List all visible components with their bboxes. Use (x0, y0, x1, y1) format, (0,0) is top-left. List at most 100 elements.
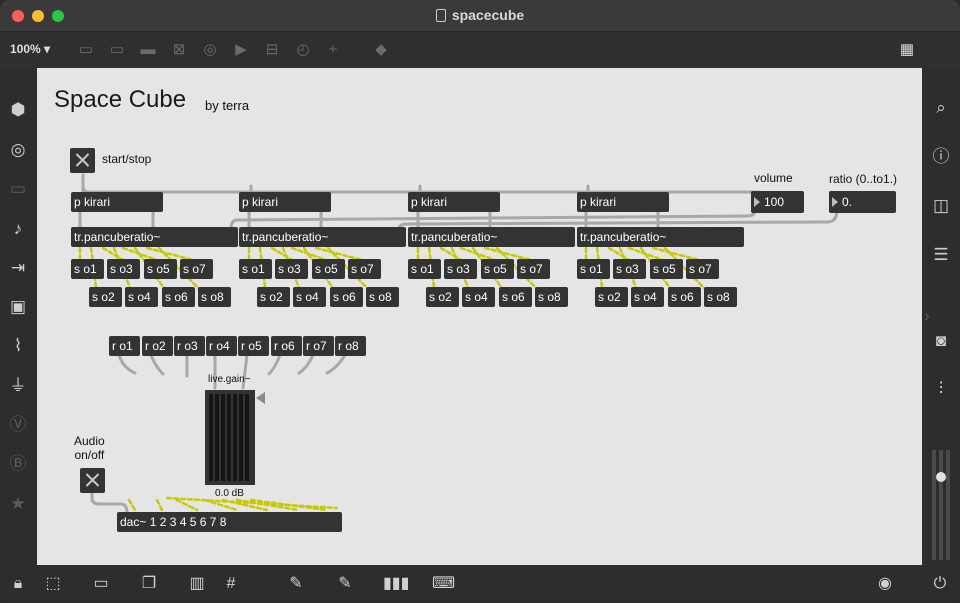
receive-object[interactable]: r o3 (174, 336, 205, 356)
send-object[interactable]: s o2 (257, 287, 290, 307)
slider-object-icon[interactable]: ⊟ (262, 41, 282, 59)
button-object-icon[interactable]: ◎ (200, 41, 220, 59)
send-object[interactable]: s o8 (198, 287, 231, 307)
presentation-icon[interactable]: ⬚ (42, 574, 64, 594)
send-object[interactable]: s o3 (613, 259, 646, 279)
send-object[interactable]: s o1 (239, 259, 272, 279)
send-object[interactable]: s o2 (426, 287, 459, 307)
send-object[interactable]: s o5 (650, 259, 683, 279)
send-object[interactable]: s o2 (89, 287, 122, 307)
lock-icon[interactable]: 🔒︎ (7, 574, 29, 594)
kirari-object[interactable]: p kirari (408, 192, 500, 212)
send-object[interactable]: s o8 (704, 287, 737, 307)
grid-icon[interactable]: # (220, 574, 242, 594)
kirari-object[interactable]: p kirari (239, 192, 331, 212)
send-object[interactable]: s o3 (275, 259, 308, 279)
send-object[interactable]: s o1 (577, 259, 610, 279)
player-object-icon[interactable]: ▶ (231, 41, 251, 59)
send-object[interactable]: s o6 (668, 287, 701, 307)
receive-object[interactable]: r o1 (109, 336, 140, 356)
send-object[interactable]: s o4 (631, 287, 664, 307)
comment-icon[interactable]: ▬ (138, 41, 158, 59)
info-icon[interactable]: ⓘ (930, 147, 952, 167)
send-object[interactable]: s o5 (312, 259, 345, 279)
send-object[interactable]: s o4 (293, 287, 326, 307)
send-object[interactable]: s o8 (366, 287, 399, 307)
send-object[interactable]: s o3 (444, 259, 477, 279)
send-object[interactable]: s o3 (107, 259, 140, 279)
send-object[interactable]: s o5 (144, 259, 177, 279)
live-gain-fader[interactable] (205, 390, 255, 485)
new-object-icon[interactable]: ▭ (76, 41, 96, 59)
piano-icon[interactable]: ▮▮▮ (383, 574, 409, 594)
send-object[interactable]: s o4 (125, 287, 158, 307)
media-step-icon[interactable]: ⇥ (7, 258, 29, 278)
patcher-canvas[interactable]: Space Cube by terra start/stop volume 10… (37, 68, 922, 565)
start-stop-toggle[interactable] (70, 148, 95, 173)
pancube-object[interactable]: tr.pancuberatio~ (239, 227, 406, 247)
search-icon[interactable]: ⌕ (930, 98, 952, 118)
audio-toggle[interactable] (80, 468, 105, 493)
pancube-object[interactable]: tr.pancuberatio~ (577, 227, 744, 247)
receive-object[interactable]: r o2 (142, 336, 173, 356)
zoom-menu[interactable]: 100% ▾ (10, 42, 50, 56)
patch-byline: by terra (205, 98, 250, 113)
beap-icon[interactable]: Ⓑ (7, 454, 29, 474)
send-object[interactable]: s o5 (481, 259, 514, 279)
keyboard-icon[interactable]: ⌨ (432, 574, 455, 594)
send-object[interactable]: s o7 (686, 259, 719, 279)
plug-icon[interactable]: ⏚ (7, 376, 29, 396)
power-icon[interactable]: ⏻ (929, 574, 951, 594)
pancube-object[interactable]: tr.pancuberatio~ (408, 227, 575, 247)
receive-object[interactable]: r o5 (238, 336, 269, 356)
columns-icon[interactable]: ◫ (930, 196, 952, 216)
send-object[interactable]: s o4 (462, 287, 495, 307)
send-object[interactable]: s o7 (180, 259, 213, 279)
wrench-icon[interactable]: ✎ (334, 574, 356, 594)
send-object[interactable]: s o6 (162, 287, 195, 307)
toggle-object-icon[interactable]: ⊠ (169, 41, 189, 59)
list-icon[interactable]: ☰ (930, 245, 952, 265)
target-icon[interactable]: ◎ (7, 140, 29, 160)
receive-object[interactable]: r o7 (303, 336, 334, 356)
add-object-icon[interactable]: + (323, 41, 343, 59)
send-object[interactable]: s o8 (535, 287, 568, 307)
ratio-number-box[interactable]: 0. (829, 191, 896, 213)
debug-icon[interactable]: ✎ (285, 574, 307, 594)
sliders-icon[interactable]: ⫶ (930, 379, 952, 399)
receive-object[interactable]: r o6 (271, 336, 302, 356)
dial-object-icon[interactable]: ◴ (293, 41, 313, 59)
new-message-icon[interactable]: ▭ (107, 41, 127, 59)
mute-icon[interactable]: ▥ (186, 574, 208, 594)
pancube-object[interactable]: tr.pancuberatio~ (71, 227, 238, 247)
music-note-icon[interactable]: ♪ (7, 219, 29, 239)
send-object[interactable]: s o7 (517, 259, 550, 279)
camera-icon[interactable]: ◙ (930, 331, 952, 351)
receive-object[interactable]: r o4 (206, 336, 237, 356)
volume-number-box[interactable]: 100 (751, 191, 804, 213)
receive-object[interactable]: r o8 (335, 336, 366, 356)
kirari-object[interactable]: p kirari (71, 192, 163, 212)
output-volume-slider[interactable] (930, 450, 952, 560)
transport-icon[interactable]: ◉ (874, 574, 896, 594)
paperclip-icon[interactable]: ⌇ (7, 336, 29, 356)
windows-icon[interactable]: ❐ (138, 574, 160, 594)
send-object[interactable]: s o6 (499, 287, 532, 307)
keyboard-grid-icon[interactable]: ▦ (897, 41, 917, 59)
cube-icon[interactable]: ⬢ (7, 100, 29, 120)
send-object[interactable]: s o7 (348, 259, 381, 279)
gain-slider-handle[interactable] (256, 392, 265, 404)
star-icon[interactable]: ★ (7, 494, 29, 514)
kirari-object[interactable]: p kirari (577, 192, 669, 212)
send-object[interactable]: s o2 (595, 287, 628, 307)
paint-bucket-icon[interactable]: ◆ (371, 41, 391, 59)
image-icon[interactable]: ▣ (7, 297, 29, 317)
display-icon[interactable]: ▭ (7, 179, 29, 199)
dac-object[interactable]: dac~ 1 2 3 4 5 6 7 8 (117, 512, 342, 532)
vizzie-icon[interactable]: Ⓥ (7, 415, 29, 435)
send-object[interactable]: s o6 (330, 287, 363, 307)
send-object[interactable]: s o1 (71, 259, 104, 279)
chevron-right-icon[interactable]: › (922, 306, 932, 326)
send-object[interactable]: s o1 (408, 259, 441, 279)
screen-icon[interactable]: ▭ (90, 574, 112, 594)
